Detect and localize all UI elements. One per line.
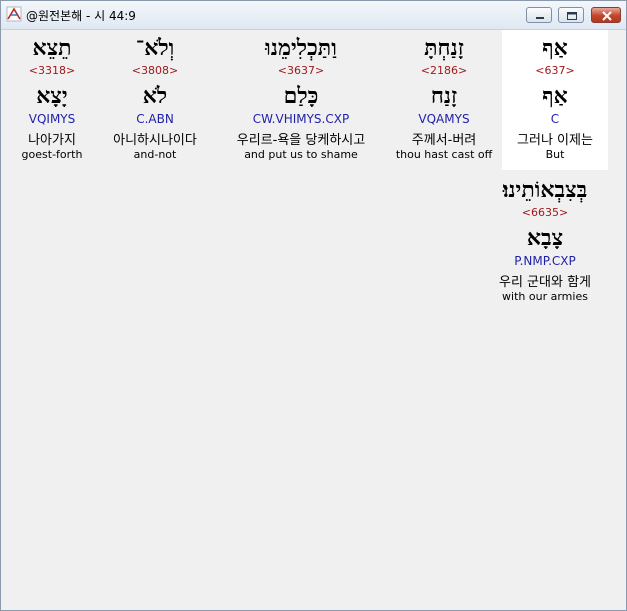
lemma: זָנַח [430, 83, 458, 109]
interlinear-view[interactable]: אַף <637> אַף C 그러나 이제는 But זָנַחְתָּ <2… [6, 30, 622, 606]
lemma: יָצָא [36, 83, 68, 109]
close-button[interactable] [591, 7, 621, 23]
app-window: @원전본해 - 시 44:9 אַף <637> אַף C 그러나 이제는 B… [0, 0, 627, 611]
english-gloss: with our armies [502, 290, 588, 303]
minimize-button[interactable] [526, 7, 552, 23]
korean-gloss: 우리 군대와 함게 [499, 275, 591, 290]
hebrew-word: תֵצֵא [32, 35, 72, 61]
morphology-code: C.ABN [136, 112, 174, 126]
word-cell[interactable]: בְּצִבְאוֹתֵינוּ׃ <6635> צָבָא P.NMP.CXP… [487, 172, 603, 312]
korean-gloss: 아니하시나이다 [113, 133, 197, 148]
korean-gloss: 우리르-욕을 당케하시고 [236, 133, 366, 148]
morphology-code: P.NMP.CXP [514, 254, 576, 268]
app-logo-icon [6, 6, 22, 22]
morphology-code: VQAMYS [418, 112, 470, 126]
english-gloss: and put us to shame [244, 148, 358, 161]
korean-gloss: 그러나 이제는 [517, 133, 593, 148]
lemma: לֹא [142, 83, 168, 109]
hebrew-word: אַף [542, 35, 568, 61]
maximize-icon [567, 12, 577, 20]
strong-number[interactable]: <6635> [487, 206, 603, 219]
word-cell[interactable]: וְלֹא־ <3808> לֹא C.ABN 아니하시나이다 and-not [102, 30, 208, 170]
morphology-code: CW.VHIMYS.CXP [252, 112, 350, 126]
english-gloss: goest-forth [21, 148, 83, 161]
lemma: אַף [542, 83, 568, 109]
word-cell[interactable]: זָנַחְתָּ <2186> זָנַח VQAMYS 주께서-버려 tho… [391, 30, 497, 170]
close-icon [602, 11, 612, 21]
word-cell[interactable]: וַתַּכְלִימֵנוּ <3637> כָּלַם CW.VHIMYS.… [219, 30, 383, 170]
lemma: כָּלַם [283, 83, 319, 109]
minimize-icon [536, 17, 544, 19]
strong-number[interactable]: <3637> [219, 64, 383, 77]
english-gloss: But [545, 148, 565, 161]
hebrew-word: וַתַּכְלִימֵנוּ [265, 35, 337, 61]
strong-number[interactable]: <637> [502, 64, 608, 77]
strong-number[interactable]: <3318> [6, 64, 98, 77]
strong-number[interactable]: <3808> [102, 64, 208, 77]
korean-gloss: 나아가지 [28, 133, 76, 148]
word-cell[interactable]: אַף <637> אַף C 그러나 이제는 But [502, 30, 608, 170]
english-gloss: thou hast cast off [395, 148, 493, 161]
hebrew-word: וְלֹא־ [135, 35, 175, 61]
morphology-code: C [550, 112, 560, 126]
morphology-code: VQIMYS [28, 112, 76, 126]
english-gloss: and-not [133, 148, 177, 161]
maximize-button[interactable] [558, 7, 584, 23]
word-cell[interactable]: תֵצֵא <3318> יָצָא VQIMYS 나아가지 goest-for… [6, 30, 98, 170]
strong-number[interactable]: <2186> [391, 64, 497, 77]
hebrew-word: בְּצִבְאוֹתֵינוּ׃ [502, 177, 588, 203]
window-title: @원전본해 - 시 44:9 [26, 9, 136, 23]
lemma: צָבָא [526, 225, 564, 251]
title-bar[interactable]: @원전본해 - 시 44:9 [1, 1, 626, 30]
korean-gloss: 주께서-버려 [411, 133, 477, 148]
hebrew-word: זָנַחְתָּ [424, 35, 464, 61]
